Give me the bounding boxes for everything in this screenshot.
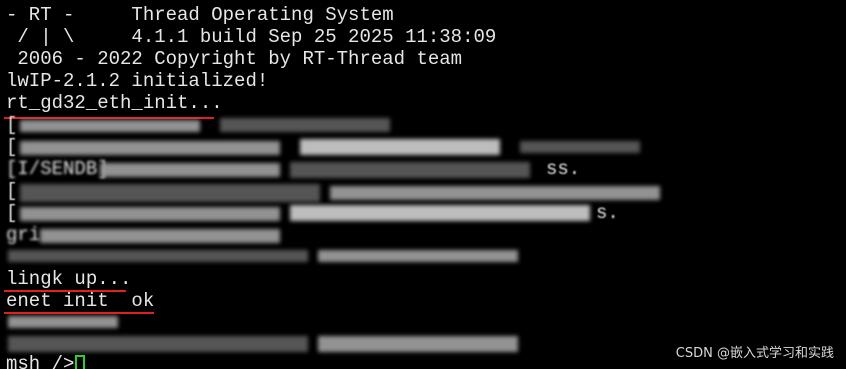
blurred-fragment: [ (6, 180, 18, 202)
mosaic-block (40, 226, 290, 246)
mosaic-block (20, 203, 600, 225)
text-cursor (75, 355, 86, 369)
blurred-fragment: ss. (546, 158, 581, 180)
mosaic-block (20, 116, 400, 136)
blurred-fragment: gri (6, 224, 41, 246)
terminal-window[interactable]: - RT - Thread Operating System / | \ 4.1… (0, 0, 846, 369)
banner-line-1: - RT - Thread Operating System (6, 4, 394, 26)
blurred-fragment: [ (6, 114, 18, 136)
mosaic-block (100, 160, 540, 180)
eth-init-line: rt_gd32_eth_init... (6, 92, 223, 114)
mosaic-block (20, 182, 670, 204)
banner-line-2: / | \ 4.1.1 build Sep 25 2025 11:38:09 (6, 26, 497, 48)
blurred-fragment: [I/SENDB] (6, 158, 109, 180)
enet-init-line: enet init ok (6, 290, 155, 312)
mosaic-block (20, 137, 640, 159)
lwip-init-line: lwIP-2.1.2 initialized! (6, 70, 269, 92)
shell-prompt: msh /> (6, 353, 75, 369)
mosaic-block (8, 312, 528, 356)
banner-line-3: 2006 - 2022 Copyright by RT-Thread team (6, 48, 463, 70)
blurred-fragment: [ (6, 136, 18, 158)
shell-prompt-line[interactable]: msh /> (6, 353, 86, 369)
link-up-line: lingk up... (6, 268, 132, 290)
blurred-fragment: [ (6, 202, 18, 224)
watermark: CSDN @嵌入式学习和实践 (675, 346, 834, 361)
mosaic-block (8, 247, 528, 265)
enet-init-underline (4, 312, 154, 314)
